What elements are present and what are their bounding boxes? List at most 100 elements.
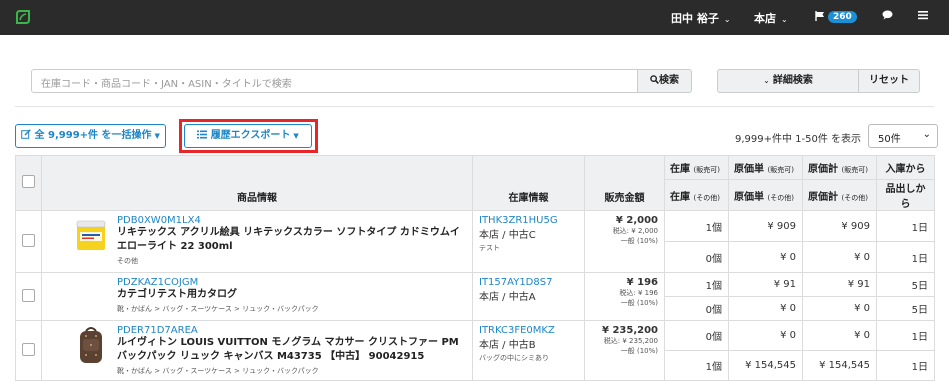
column-header-cost-total-other[interactable]: 原価計 (その他): [802, 179, 877, 211]
chat-bubble-icon: [882, 10, 893, 20]
column-header-stock-other[interactable]: 在庫 (その他): [664, 179, 729, 211]
row-checkbox[interactable]: [22, 342, 35, 356]
product-code-link[interactable]: PDZKAZ1COJGM: [117, 277, 466, 288]
row-select-cell: [15, 210, 42, 273]
cost-total-header-sub: (その他): [841, 193, 868, 202]
search-button[interactable]: 検索: [638, 69, 692, 93]
stock-note: テスト: [479, 244, 500, 252]
search-button-label: 検索: [659, 75, 679, 86]
column-header-price[interactable]: 販売金額: [584, 155, 665, 211]
row-checkbox[interactable]: [22, 288, 35, 302]
tax-type: 一般 (10%): [620, 237, 658, 245]
search-icon: [650, 75, 659, 84]
column-header-cost-unit-other[interactable]: 原価単 (その他): [728, 179, 803, 211]
history-export-button[interactable]: 履歴エクスポート ▼: [184, 124, 312, 148]
price-cell: ¥ 2,000 税込: ¥ 2,000 一般 (10%): [584, 210, 665, 273]
stock-location: 本店 / 中古A: [479, 292, 536, 303]
caret-down-icon: ▼: [154, 132, 160, 140]
stock-header-sub: (その他): [693, 193, 720, 202]
advanced-search-button[interactable]: ⌄ 詳細検索: [717, 69, 859, 93]
top-bar: 田中 裕子 ⌄ 本店 ⌄ 260: [0, 0, 949, 35]
per-page-select[interactable]: 50件 ⌄: [868, 124, 938, 148]
messages-button[interactable]: [882, 10, 893, 23]
table-row[interactable]: PDER71D7AREA ルイヴィトン LOUIS VUITTON モノグラム …: [15, 320, 935, 381]
hamburger-menu-button[interactable]: [918, 10, 928, 23]
cost-unit-sellable: ¥ 91: [728, 272, 803, 297]
stock-qty-other: 0個: [664, 241, 729, 273]
user-name: 田中 裕子: [671, 12, 719, 25]
store-name: 本店: [754, 12, 776, 25]
stock-qty-other: 1個: [664, 350, 729, 381]
cost-unit-sellable: ¥ 909: [728, 210, 803, 242]
bulk-action-button[interactable]: 全 9,999+件 を一括操作 ▼: [15, 124, 166, 148]
search-input[interactable]: 在庫コード・商品コード・JAN・ASIN・タイトルで検索: [31, 69, 638, 93]
stock-location: 本店 / 中古C: [479, 230, 536, 241]
cost-total-header-label: 原価計: [808, 164, 838, 175]
tax-type: 一般 (10%): [620, 299, 658, 307]
row-checkbox[interactable]: [22, 233, 35, 247]
product-code-link[interactable]: PDER71D7AREA: [117, 325, 466, 336]
product-thumbnail[interactable]: [74, 215, 108, 253]
days-since-stock: 1日: [876, 320, 935, 351]
product-thumbnail[interactable]: [74, 325, 108, 365]
stock-header-label: 在庫: [670, 191, 690, 203]
notifications-button[interactable]: 260: [815, 10, 857, 23]
price-cell: ¥ 235,200 税込: ¥ 235,200 一般 (10%): [584, 320, 665, 381]
cost-total-sellable: ¥ 91: [802, 272, 877, 297]
column-header-stock[interactable]: 在庫 (販売可): [664, 155, 729, 180]
days-since-shelved: 5日: [876, 296, 935, 321]
product-info-cell: PDZKAZ1COJGM カテゴリテスト用カタログ 靴・かばん > バッグ・スー…: [41, 272, 473, 321]
cost-total-sellable: ¥ 0: [802, 320, 877, 351]
stock-code-link[interactable]: ITHK3ZR1HU5G: [479, 215, 578, 226]
column-header-product[interactable]: 商品情報: [41, 155, 473, 211]
product-category: 靴・かばん > バッグ・スーツケース > リュック・バックパック: [117, 367, 319, 375]
product-category: 靴・かばん > バッグ・スーツケース > リュック・バックパック: [117, 305, 319, 313]
stock-qty-other: 0個: [664, 296, 729, 321]
list-icon: [197, 130, 208, 139]
cost-unit-other: ¥ 0: [728, 296, 803, 321]
stock-info-cell: IT157AY1D8S7 本店 / 中古A: [472, 272, 585, 321]
cost-unit-header-label: 原価単: [734, 191, 764, 203]
column-header-days-since-shelved[interactable]: 品出しから: [876, 179, 935, 211]
cost-unit-other: ¥ 154,545: [728, 350, 803, 381]
inventory-table: 商品情報 在庫情報 販売金額 在庫 (販売可) 原価単 (販売可) 原価計 (販…: [15, 155, 935, 381]
product-name: リキテックス アクリル絵具 リキテックスカラー ソフトタイプ カドミウムイエロー…: [117, 227, 460, 252]
notification-count-badge: 260: [828, 11, 857, 23]
cost-total-other: ¥ 0: [802, 296, 877, 321]
tax-included-price: 税込: ¥ 196: [619, 289, 658, 297]
product-info-cell: PDB0XW0M1LX4 リキテックス アクリル絵具 リキテックスカラー ソフト…: [41, 210, 473, 273]
reset-button[interactable]: リセット: [859, 69, 920, 93]
cost-unit-header-label: 原価単: [734, 164, 764, 175]
cost-unit-other: ¥ 0: [728, 241, 803, 273]
stock-header-sub: (販売可): [693, 166, 720, 174]
user-menu[interactable]: 田中 裕子 ⌄: [671, 10, 731, 26]
tax-included-price: 税込: ¥ 2,000: [612, 227, 658, 235]
column-header-days-since-stock[interactable]: 入庫から: [876, 155, 935, 180]
product-code-link[interactable]: PDB0XW0M1LX4: [117, 215, 466, 226]
table-row[interactable]: PDZKAZ1COJGM カテゴリテスト用カタログ 靴・かばん > バッグ・スー…: [15, 272, 935, 321]
edit-icon: [21, 129, 31, 139]
product-name: カテゴリテスト用カタログ: [117, 289, 237, 300]
product-name: ルイヴィトン LOUIS VUITTON モノグラム マカサー クリストファー …: [117, 337, 459, 362]
days-since-shelved: 1日: [876, 241, 935, 273]
column-header-cost-unit[interactable]: 原価単 (販売可): [728, 155, 803, 180]
chevron-down-icon: ⌄: [723, 15, 731, 24]
column-header-stock-info[interactable]: 在庫情報: [472, 155, 585, 211]
column-header-cost-total[interactable]: 原価計 (販売可): [802, 155, 877, 180]
store-menu[interactable]: 本店 ⌄: [754, 10, 788, 26]
stock-note: バッグの中にシミあり: [479, 354, 549, 362]
days-since-stock: 5日: [876, 272, 935, 297]
app-logo-icon[interactable]: [14, 8, 32, 26]
select-all-checkbox[interactable]: [22, 175, 35, 188]
cost-total-other: ¥ 0: [802, 241, 877, 273]
sale-price: ¥ 196: [626, 277, 658, 288]
stock-qty-sellable: 1個: [664, 272, 729, 297]
sale-price: ¥ 235,200: [602, 325, 658, 336]
days-since-shelved: 1日: [876, 350, 935, 381]
history-export-label: 履歴エクスポート: [210, 130, 291, 141]
table-row[interactable]: PDB0XW0M1LX4 リキテックス アクリル絵具 リキテックスカラー ソフト…: [15, 210, 935, 273]
stock-info-cell: ITRKC3FE0MKZ 本店 / 中古B バッグの中にシミあり: [472, 320, 585, 381]
stock-code-link[interactable]: ITRKC3FE0MKZ: [479, 325, 578, 336]
result-count: 9,999+件中 1-50件 を表示: [735, 134, 862, 145]
stock-code-link[interactable]: IT157AY1D8S7: [479, 277, 578, 288]
